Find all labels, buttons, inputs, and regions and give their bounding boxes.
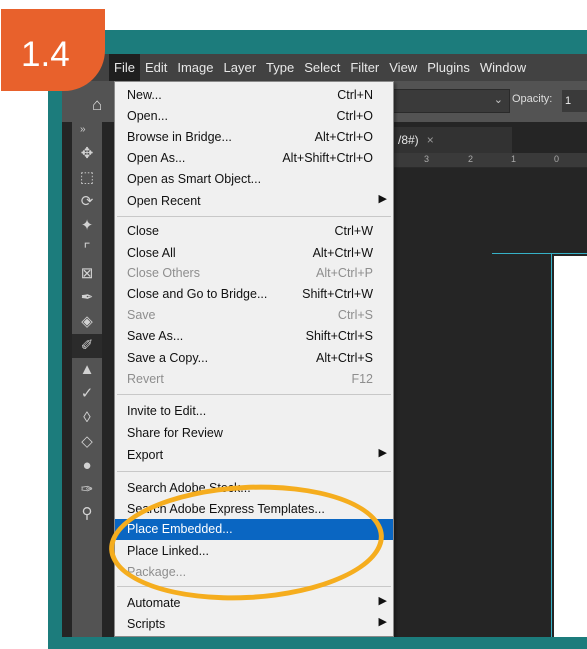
menu-item-open-recent[interactable]: Open Recent ▶ [115,191,393,212]
ruler-tick-label: 1 [511,154,517,164]
submenu-arrow-icon: ▶ [378,595,387,607]
file-menu: New... Ctrl+N Open... Ctrl+O Browse in Bri… [114,81,394,637]
guide-line [492,253,587,254]
menu-item-share-for-review[interactable]: Share for Review [115,423,393,444]
clone-stamp-icon[interactable]: ▲ [72,358,102,382]
eraser-icon[interactable]: ◊ [72,406,102,430]
menu-file[interactable]: File [109,54,140,81]
menu-separator [117,394,391,395]
menu-item-close-all[interactable]: Close All Alt+Ctrl+W [115,243,393,264]
menu-item-scripts[interactable]: Scripts ▶ [115,614,393,635]
menu-edit[interactable]: Edit [140,54,172,81]
move-tool-icon[interactable]: ✥ [72,142,102,166]
blur-tool-icon[interactable]: ● [72,454,102,478]
crop-tool-icon[interactable]: ⌜ [72,238,102,262]
step-number: 1.4 [21,35,70,74]
document-tab-title: /8#) [398,133,419,147]
submenu-arrow-icon: ▶ [378,447,387,459]
menu-bar: File Edit Image Layer Type Select Filter… [62,54,587,81]
menu-item-open[interactable]: Open... Ctrl+O [115,106,393,127]
chevron-down-icon: ⌄ [493,94,503,106]
marquee-tool-icon[interactable]: ⬚ [72,166,102,190]
document-canvas[interactable] [554,256,587,637]
menu-item-invite-to-edit[interactable]: Invite to Edit... [115,401,393,422]
menu-select[interactable]: Select [299,54,345,81]
menu-item-revert[interactable]: Revert F12 [115,369,393,390]
step-badge: 1.4 [1,9,105,91]
frame-tool-icon[interactable]: ⊠ [72,262,102,286]
menu-item-close-and-go-to-bridge[interactable]: Close and Go to Bridge... Shift+Ctrl+W [115,284,393,305]
menu-type[interactable]: Type [261,54,299,81]
menu-separator [117,216,391,217]
photoshop-window: File Edit Image Layer Type Select Filter… [62,54,587,637]
menu-layer[interactable]: Layer [219,54,262,81]
menu-item-automate[interactable]: Automate ▶ [115,593,393,614]
opacity-label: Opacity: [512,93,553,105]
collapse-panel-icon[interactable]: » [80,124,86,135]
menu-item-save-a-copy[interactable]: Save a Copy... Alt+Ctrl+S [115,348,393,369]
submenu-arrow-icon: ▶ [378,616,387,628]
menu-item-place-embedded[interactable]: Place Embedded... [115,519,393,540]
menu-item-search-adobe-express-templates[interactable]: Search Adobe Express Templates... [115,499,393,520]
menu-item-save[interactable]: Save Ctrl+S [115,305,393,326]
ruler-tick-label: 2 [468,154,474,164]
menu-separator [117,586,391,587]
menu-plugins[interactable]: Plugins [422,54,475,81]
menu-item-search-adobe-stock[interactable]: Search Adobe Stock... [115,478,393,499]
pen-tool-icon[interactable]: ✑ [72,478,102,502]
tools-panel: » ✥ ⬚ ⟳ ✦ ⌜ ⊠ ✒ ◈ ✐ ▲ ✓ ◊ ◇ ● ✑ ⚲ [72,122,102,637]
menu-view[interactable]: View [384,54,422,81]
menu-item-close-others[interactable]: Close Others Alt+Ctrl+P [115,263,393,284]
menu-item-place-linked[interactable]: Place Linked... [115,541,393,562]
history-brush-icon[interactable]: ✓ [72,382,102,406]
home-icon[interactable]: ⌂ [92,95,102,115]
close-icon[interactable]: × [427,133,434,147]
menu-filter[interactable]: Filter [345,54,384,81]
document-tab[interactable]: /8#) × [392,127,512,153]
opacity-field[interactable]: 1 [562,90,587,112]
screenshot-stage: File Edit Image Layer Type Select Filter… [0,0,587,649]
magic-wand-icon[interactable]: ✦ [72,214,102,238]
menu-item-open-as[interactable]: Open As... Alt+Shift+Ctrl+O [115,148,393,169]
healing-brush-icon[interactable]: ◈ [72,310,102,334]
ruler-tick-label: 3 [424,154,430,164]
gradient-tool-icon[interactable]: ◇ [72,430,102,454]
menu-item-close[interactable]: Close Ctrl+W [115,221,393,242]
horizontal-ruler: 3 2 1 0 [392,153,587,168]
menu-item-new[interactable]: New... Ctrl+N [115,85,393,106]
menu-item-save-as[interactable]: Save As... Shift+Ctrl+S [115,326,393,347]
brush-tool-icon[interactable]: ✐ [72,334,102,358]
menu-image[interactable]: Image [172,54,218,81]
menu-item-browse-in-bridge[interactable]: Browse in Bridge... Alt+Ctrl+O [115,127,393,148]
menu-window[interactable]: Window [475,54,531,81]
dodge-tool-icon[interactable]: ⚲ [72,502,102,526]
submenu-arrow-icon: ▶ [378,193,387,205]
menu-item-export[interactable]: Export ▶ [115,445,393,466]
blend-mode-dropdown[interactable]: ⌄ [392,89,510,113]
ruler-tick-label: 0 [554,154,560,164]
guide-line [551,253,552,637]
menu-item-open-as-smart-object[interactable]: Open as Smart Object... [115,169,393,190]
eyedropper-icon[interactable]: ✒ [72,286,102,310]
menu-item-package[interactable]: Package... [115,562,393,583]
lasso-tool-icon[interactable]: ⟳ [72,190,102,214]
menu-separator [117,471,391,472]
